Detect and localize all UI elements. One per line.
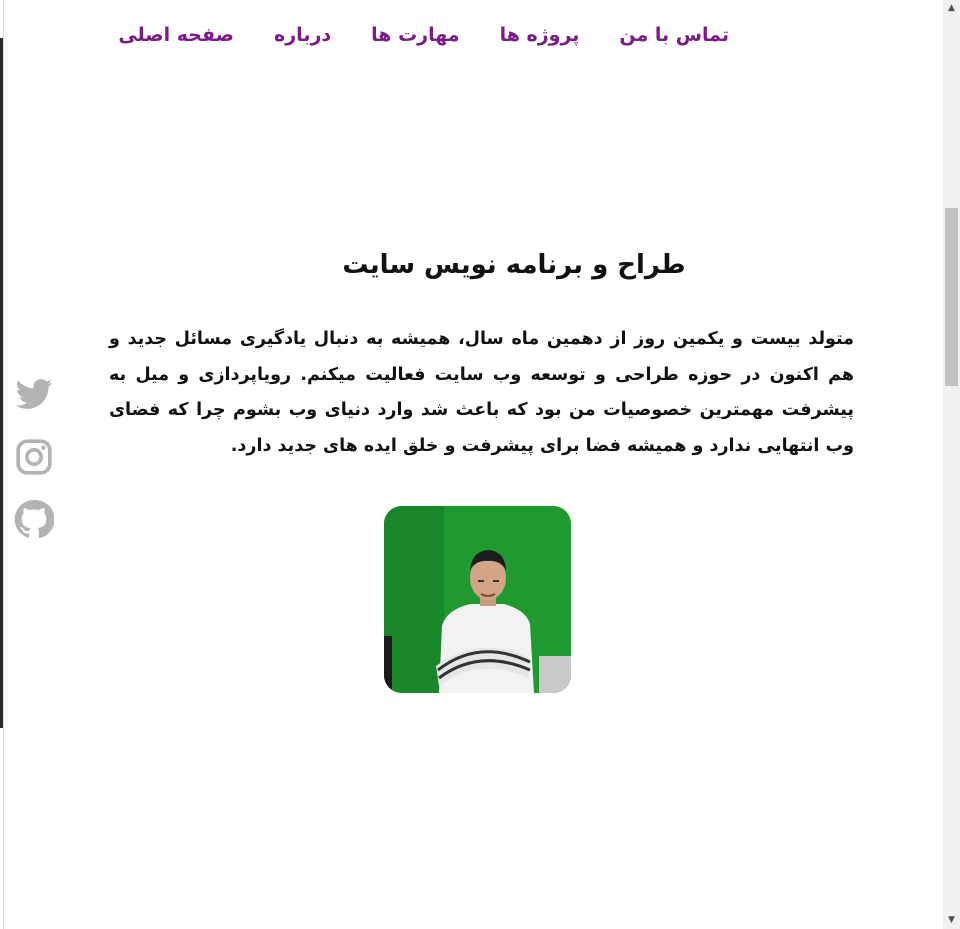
nav-home-link[interactable]: صفحه اصلی <box>118 24 234 46</box>
nav-projects-link[interactable]: پروژه ها <box>500 24 580 46</box>
twitter-icon[interactable] <box>14 375 54 415</box>
scroll-down-arrow-icon[interactable]: ▼ <box>943 912 960 929</box>
github-icon[interactable] <box>14 499 55 539</box>
social-links <box>14 375 58 561</box>
profile-photo <box>384 506 571 693</box>
vertical-scrollbar[interactable]: ▲ ▼ <box>943 0 960 929</box>
nav-contact-link[interactable]: تماس با من <box>619 24 729 46</box>
page: صفحه اصلی درباره مهارت ها پروژه ها تماس … <box>4 0 944 929</box>
scroll-up-arrow-icon[interactable]: ▲ <box>943 0 960 17</box>
instagram-icon[interactable] <box>14 437 54 477</box>
bio-paragraph: متولد بیست و یکمین روز از دهمین ماه سال،… <box>109 329 854 456</box>
nav-about-link[interactable]: درباره <box>274 24 331 46</box>
main-nav: صفحه اصلی درباره مهارت ها پروژه ها تماس … <box>118 20 729 50</box>
page-title: طراح و برنامه نویس سایت <box>342 250 686 280</box>
scrollbar-thumb[interactable] <box>945 208 958 386</box>
nav-skills-link[interactable]: مهارت ها <box>371 24 459 46</box>
